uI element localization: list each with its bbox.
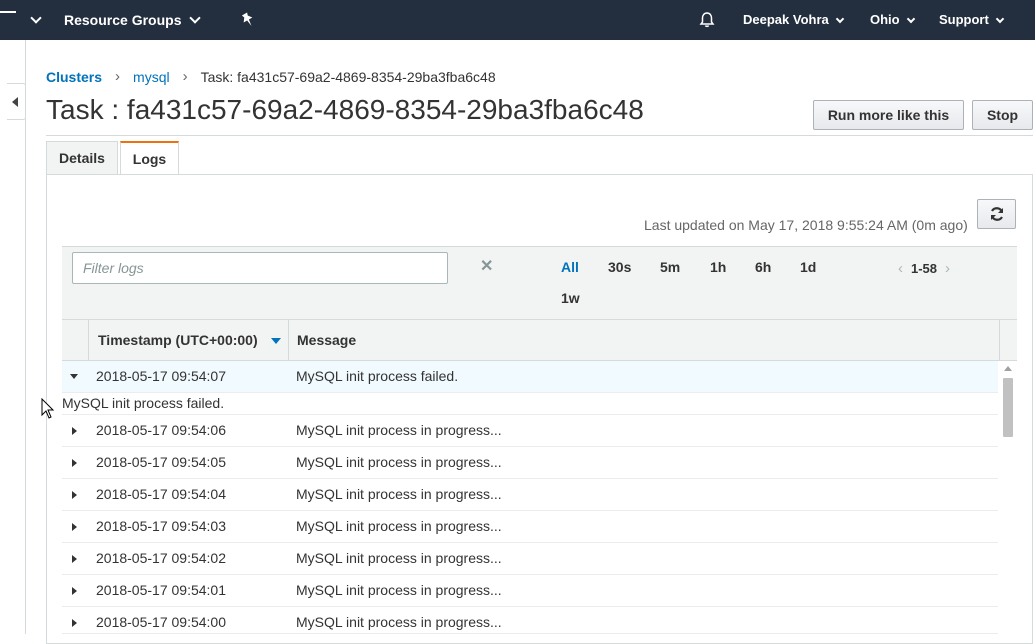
breadcrumb-separator-icon: ›: [115, 68, 121, 85]
top-nav: Resource Groups Deepak Vohra Ohio Suppor…: [0, 0, 1035, 40]
notifications-button[interactable]: [698, 0, 716, 40]
resource-groups-menu[interactable]: Resource Groups: [64, 0, 202, 40]
log-message: MySQL init process in progress...: [296, 518, 502, 534]
clear-filter-icon[interactable]: ✕: [480, 256, 493, 276]
tab-details[interactable]: Details: [46, 141, 118, 174]
breadcrumb-current: Task: fa431c57-69a2-4869-8354-29ba3fba6c…: [200, 68, 496, 85]
breadcrumb: Clusters › mysql › Task: fa431c57-69a2-4…: [46, 68, 496, 85]
range-1d[interactable]: 1d: [800, 259, 816, 275]
bell-icon: [699, 12, 715, 28]
scroll-up-icon[interactable]: [1004, 366, 1012, 371]
log-message: MySQL init process in progress...: [296, 454, 502, 470]
services-menu-toggle[interactable]: [22, 0, 42, 40]
log-row[interactable]: 2018-05-17 09:54:05 MySQL init process i…: [62, 447, 998, 479]
expand-sidebar-button[interactable]: [7, 83, 26, 120]
log-timestamp: 2018-05-17 09:54:06: [96, 422, 226, 438]
log-row[interactable]: 2018-05-17 09:54:03 MySQL init process i…: [62, 511, 998, 543]
support-menu[interactable]: Support: [939, 0, 1005, 40]
log-row[interactable]: 2018-05-17 09:54:04 MySQL init process i…: [62, 479, 998, 511]
user-menu[interactable]: Deepak Vohra: [743, 0, 844, 40]
chevron-down-icon: [995, 14, 1005, 23]
range-1h[interactable]: 1h: [710, 259, 726, 275]
nav-divider: [0, 11, 16, 13]
log-message: MySQL init process in progress...: [296, 614, 502, 630]
title-divider: [46, 135, 1033, 136]
expand-row-icon[interactable]: [72, 523, 77, 531]
refresh-icon: [990, 207, 1003, 221]
tab-logs[interactable]: Logs: [120, 141, 179, 175]
last-updated-text: Last updated on May 17, 2018 9:55:24 AM …: [644, 217, 968, 233]
column-header-timestamp[interactable]: Timestamp (UTC+00:00): [98, 320, 281, 360]
expand-row-icon[interactable]: [72, 619, 77, 627]
prev-page-icon[interactable]: ‹: [898, 260, 903, 277]
left-sidebar: [0, 40, 26, 634]
log-message: MySQL init process in progress...: [296, 582, 502, 598]
log-timestamp: 2018-05-17 09:54:01: [96, 582, 226, 598]
user-name: Deepak Vohra: [743, 12, 829, 27]
log-message: MySQL init process in progress...: [296, 550, 502, 566]
log-timestamp: 2018-05-17 09:54:07: [96, 368, 226, 384]
chevron-down-icon: [189, 11, 202, 24]
expand-row-icon[interactable]: [72, 491, 77, 499]
next-page-icon[interactable]: ›: [945, 260, 950, 277]
resource-groups-label: Resource Groups: [64, 12, 182, 28]
collapse-row-icon[interactable]: [70, 374, 78, 379]
log-timestamp: 2018-05-17 09:54:04: [96, 486, 226, 502]
column-divider: [88, 320, 89, 360]
breadcrumb-separator-icon: ›: [182, 68, 188, 85]
range-1w[interactable]: 1w: [561, 290, 580, 306]
log-timestamp: 2018-05-17 09:54:05: [96, 454, 226, 470]
caret-left-icon: [12, 97, 18, 107]
log-row[interactable]: 2018-05-17 09:54:01 MySQL init process i…: [62, 575, 998, 607]
scrollbar-thumb[interactable]: [1003, 378, 1013, 437]
column-divider: [999, 320, 1000, 360]
sort-descending-icon: [270, 338, 281, 345]
log-timestamp: 2018-05-17 09:54:00: [96, 614, 226, 630]
pin-button[interactable]: [240, 0, 256, 40]
filter-logs-input[interactable]: [72, 252, 448, 284]
expand-row-icon[interactable]: [72, 427, 77, 435]
log-message: MySQL init process failed.: [296, 368, 459, 384]
page-range: 1-58: [911, 261, 938, 276]
breadcrumb-cluster-link[interactable]: mysql: [133, 69, 170, 85]
pin-icon: [241, 12, 253, 27]
log-timestamp: 2018-05-17 09:54:02: [96, 550, 226, 566]
region-name: Ohio: [870, 12, 900, 27]
range-6h[interactable]: 6h: [755, 259, 771, 275]
log-row[interactable]: 2018-05-17 09:54:02 MySQL init process i…: [62, 543, 998, 575]
log-row[interactable]: 2018-05-17 09:54:07 MySQL init process f…: [62, 361, 998, 393]
expand-row-icon[interactable]: [72, 555, 77, 563]
region-menu[interactable]: Ohio: [870, 0, 915, 40]
pagination: ‹ 1-58 ›: [890, 260, 958, 277]
log-timestamp: 2018-05-17 09:54:03: [96, 518, 226, 534]
log-message: MySQL init process in progress...: [296, 486, 502, 502]
refresh-button[interactable]: [977, 199, 1016, 229]
chevron-down-icon: [835, 14, 844, 23]
column-divider: [288, 320, 289, 360]
range-all[interactable]: All: [561, 259, 579, 275]
page-title: Task : fa431c57-69a2-4869-8354-29ba3fba6…: [46, 94, 644, 125]
log-row[interactable]: 2018-05-17 09:54:06 MySQL init process i…: [62, 415, 998, 447]
expand-row-icon[interactable]: [72, 587, 77, 595]
log-row[interactable]: 2018-05-17 09:54:00 MySQL init process i…: [62, 607, 998, 634]
log-message: MySQL init process in progress...: [296, 422, 502, 438]
log-table-header: Timestamp (UTC+00:00) Message: [62, 319, 1017, 361]
mouse-cursor-icon: [41, 398, 55, 419]
run-more-like-this-button[interactable]: Run more like this: [813, 100, 964, 130]
range-5m[interactable]: 5m: [660, 259, 680, 275]
timestamp-header-label: Timestamp (UTC+00:00): [98, 332, 258, 348]
support-label: Support: [939, 12, 989, 27]
stop-button[interactable]: Stop: [972, 100, 1033, 130]
log-row-detail: MySQL init process failed.: [62, 392, 998, 415]
range-30s[interactable]: 30s: [608, 259, 631, 275]
column-header-message[interactable]: Message: [297, 320, 356, 360]
breadcrumb-clusters-link[interactable]: Clusters: [46, 69, 102, 85]
expand-row-icon[interactable]: [72, 459, 77, 467]
chevron-down-icon: [30, 11, 42, 24]
chevron-down-icon: [906, 14, 915, 23]
